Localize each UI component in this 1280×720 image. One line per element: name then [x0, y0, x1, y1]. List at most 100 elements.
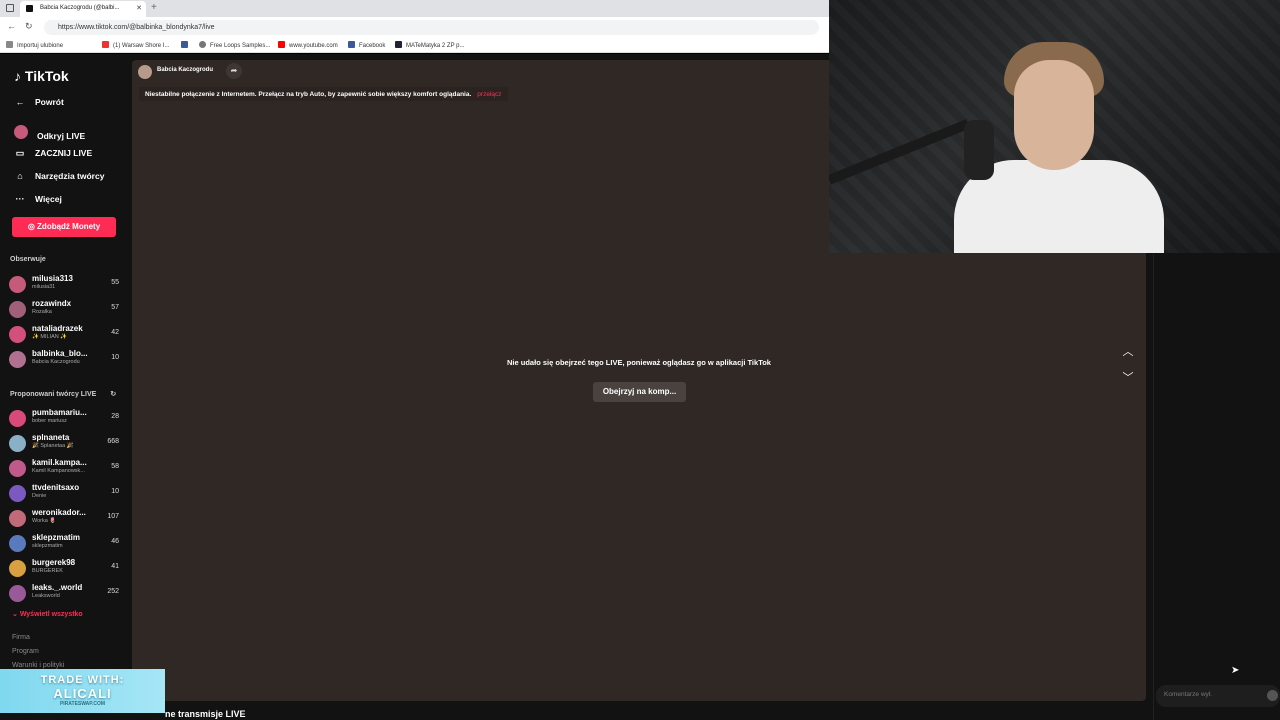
- account-name: milusia313: [32, 274, 73, 283]
- bookmark-item[interactable]: Importuj ulubione: [6, 41, 63, 49]
- share-icon[interactable]: ➦: [226, 63, 242, 79]
- account-subtitle: Denie: [32, 493, 47, 499]
- viewer-count: 668: [107, 438, 119, 445]
- bookmark-item[interactable]: MATeMatyka 2 ZP p...: [395, 41, 464, 49]
- avatar[interactable]: [9, 460, 26, 477]
- bookmark-item[interactable]: (1) Warsaw Shore I...: [102, 41, 169, 49]
- watch-on-computer-button[interactable]: Obejrzyj na komp...: [593, 382, 686, 402]
- suggested-item[interactable]: weronikador... Worka 🌷 107: [9, 507, 121, 529]
- avatar[interactable]: [9, 276, 26, 293]
- account-subtitle: bober mariusz: [32, 418, 67, 424]
- chevron-up-icon[interactable]: ︿: [1120, 344, 1136, 360]
- account-subtitle: milusia31: [32, 284, 56, 290]
- promo-overlay: TRADE WITH: ALICALI PIRATESWAP.COM: [0, 669, 165, 713]
- person-face: [1014, 60, 1094, 170]
- account-name: nataliadrazek: [32, 324, 83, 333]
- avatar[interactable]: [9, 435, 26, 452]
- show-all-link[interactable]: ⌄ Wyświetl wszystko: [12, 610, 83, 618]
- suggested-item[interactable]: ttvdenitsaxo Denie 10: [9, 482, 121, 504]
- host-name[interactable]: Babcia Kaczogrodu: [157, 67, 213, 73]
- tiktok-logo[interactable]: ♪ TikTok: [14, 68, 69, 84]
- account-name: balbinka_blo...: [32, 349, 88, 358]
- nav-start-live[interactable]: ▭ ZACZNIJ LIVE: [14, 148, 92, 159]
- nav-discover-live[interactable]: Odkryj LIVE: [14, 125, 85, 141]
- account-subtitle: sklepzmatim: [32, 543, 63, 549]
- account-name: leaks._.world: [32, 583, 83, 592]
- account-subtitle: BURGEREK: [32, 568, 63, 574]
- footer-link-company[interactable]: Firma: [12, 634, 30, 641]
- get-coins-button[interactable]: ◎ Zdobądź Monety: [12, 217, 116, 237]
- avatar[interactable]: [9, 326, 26, 343]
- suggested-item[interactable]: leaks._.world Leaksworld 252: [9, 582, 121, 604]
- host-avatar[interactable]: [138, 65, 152, 79]
- promo-line-2: ALICALI: [53, 686, 112, 701]
- account-name: kamil.kampa...: [32, 458, 87, 467]
- account-subtitle: Rozalka: [32, 309, 52, 315]
- new-tab-icon[interactable]: +: [151, 2, 157, 13]
- viewer-count: 28: [111, 413, 119, 420]
- bookmark-item[interactable]: [181, 41, 192, 49]
- avatar[interactable]: [9, 560, 26, 577]
- bookmark-item[interactable]: Facebook: [348, 41, 385, 49]
- address-bar-row: ← ↻ https://www.tiktok.com/@balbinka_blo…: [0, 17, 829, 38]
- following-header: Obserwuje: [10, 256, 46, 263]
- account-subtitle: Kamil Kampanowsk...: [32, 468, 85, 474]
- following-item[interactable]: rozawindx Rozalka 57: [9, 298, 121, 320]
- avatar[interactable]: [9, 585, 26, 602]
- avatar[interactable]: [9, 485, 26, 502]
- avatar[interactable]: [9, 351, 26, 368]
- more-dots-icon: ···: [15, 194, 25, 204]
- mouse-cursor-icon: ➤: [1231, 665, 1240, 676]
- account-name: sklepzmatim: [32, 533, 81, 542]
- viewer-count: 46: [111, 538, 119, 545]
- back-arrow-icon[interactable]: ←: [7, 21, 16, 31]
- avatar[interactable]: [9, 510, 26, 527]
- account-name: weronikador...: [32, 508, 86, 517]
- account-name: splnaneta: [32, 433, 70, 442]
- account-name: burgerek98: [32, 558, 76, 567]
- live-avatar-icon: [14, 125, 28, 139]
- suggested-item[interactable]: splnaneta 🎉 Splanetaa 🎉 668: [9, 432, 121, 454]
- account-subtitle: Babcia Kaczogrodu: [32, 359, 80, 365]
- viewer-count: 41: [111, 563, 119, 570]
- suggested-item[interactable]: sklepzmatim sklepzmatim 46: [9, 532, 121, 554]
- nav-more[interactable]: ··· Więcej: [14, 194, 62, 204]
- reload-icon[interactable]: ↻: [25, 21, 33, 32]
- browser-tab[interactable]: Babcia Kaczogrodu (@balbi... ✕: [20, 1, 146, 17]
- emoji-icon[interactable]: [1267, 690, 1278, 701]
- url-input[interactable]: https://www.tiktok.com/@balbinka_blondyn…: [44, 20, 819, 35]
- refresh-icon[interactable]: ↻: [110, 391, 116, 398]
- live-error-message: Nie udało się obejrzeć tego LIVE, poniew…: [507, 358, 771, 367]
- close-tab-icon[interactable]: ✕: [136, 4, 142, 12]
- bookmarks-bar: Importuj ulubione (1) Warsaw Shore I... …: [0, 38, 829, 53]
- avatar[interactable]: [9, 301, 26, 318]
- nav-creator-tools[interactable]: ⌂ Narzędzia twórcy: [14, 171, 104, 181]
- suggested-header: Proponowani twórcy LIVE ↻: [10, 391, 117, 398]
- footer-link-program[interactable]: Program: [12, 648, 39, 655]
- video-camera-icon: ▭: [15, 148, 25, 158]
- webcam-overlay: [829, 0, 1280, 253]
- comment-placeholder: Komentarze wył.: [1164, 691, 1213, 698]
- account-name: rozawindx: [32, 299, 72, 308]
- bookmark-item[interactable]: Free Loops Samples...: [199, 41, 270, 49]
- viewer-count: 107: [107, 513, 119, 520]
- switch-link[interactable]: przełącz: [477, 91, 501, 98]
- suggested-item[interactable]: pumbamariu... bober mariusz 28: [9, 407, 121, 429]
- avatar[interactable]: [9, 410, 26, 427]
- chat-panel: [1153, 254, 1280, 720]
- comment-input[interactable]: Komentarze wył.: [1156, 685, 1280, 707]
- suggested-item[interactable]: burgerek98 BURGEREK 41: [9, 557, 121, 579]
- following-item[interactable]: milusia313 milusia31 55: [9, 273, 121, 295]
- footer-link-terms[interactable]: Warunki i polityki: [12, 662, 64, 669]
- viewer-count: 42: [111, 329, 119, 336]
- viewer-count: 10: [111, 488, 119, 495]
- avatar[interactable]: [9, 535, 26, 552]
- chevron-down-icon[interactable]: ﹀: [1120, 370, 1136, 386]
- following-item[interactable]: balbinka_blo... Babcia Kaczogrodu 10: [9, 348, 121, 370]
- window-menu-icon[interactable]: [6, 4, 14, 12]
- bookmark-item[interactable]: www.youtube.com: [278, 41, 338, 49]
- nav-back[interactable]: ← Powrót: [14, 97, 64, 107]
- viewer-count: 55: [111, 279, 119, 286]
- suggested-item[interactable]: kamil.kampa... Kamil Kampanowsk... 58: [9, 457, 121, 479]
- following-item[interactable]: nataliadrazek ✨ MILIAN ✨ 42: [9, 323, 121, 345]
